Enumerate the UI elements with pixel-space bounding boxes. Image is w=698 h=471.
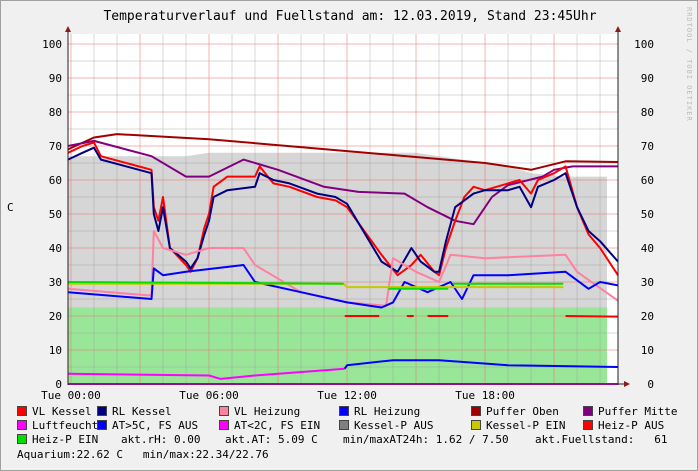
y-tick-label-right: 20	[641, 310, 654, 323]
legend-item-rl-heizung: RL Heizung	[339, 405, 420, 418]
y-tick-label-left: 70	[49, 140, 62, 153]
x-tick-label: Tue 06:00	[179, 389, 239, 401]
plot-area: 0 010 1020 2030 3040 4050 5060 6070 7080 8090 9010…	[41, 26, 654, 401]
y-tick-label-left: 40	[49, 242, 62, 255]
series-line-heiz-p-aus	[565, 315, 619, 318]
legend-label: Puffer Oben	[486, 405, 559, 418]
legend-swatch	[471, 420, 481, 430]
y-tick-label-left: 10	[49, 344, 62, 357]
legend-swatch	[219, 420, 229, 430]
y-tick-label-right: 80	[641, 106, 654, 119]
y-tick-label-left: 20	[49, 310, 62, 323]
legend-item-vl-heizung: VL Heizung	[219, 405, 300, 418]
akt-at: akt.AT: 5.09 C	[225, 433, 318, 446]
y-tick-label-left: 100	[42, 38, 62, 51]
x-tick-label: Tue 18:00	[455, 389, 515, 401]
legend-item-at-5c-fs-aus: AT>5C, FS AUS	[97, 419, 198, 432]
legend-swatch	[219, 406, 229, 416]
y-tick-label-right: 70	[641, 140, 654, 153]
aquarium: Aquarium:22.62 C min/max:22.34/22.76	[17, 448, 269, 461]
legend-swatch	[97, 406, 107, 416]
y-tick-label-right: 60	[641, 174, 654, 187]
y-tick-label-right: 100	[634, 38, 654, 51]
legend-swatch	[583, 406, 593, 416]
x-tick-label: Tue 00:00	[41, 389, 101, 401]
legend-label: RL Heizung	[354, 405, 421, 418]
y-axis-arrow-icon	[615, 26, 621, 32]
legend-swatch	[97, 420, 107, 430]
legend-swatch	[339, 420, 349, 430]
legend-item-puffer-mitte: Puffer Mitte	[583, 405, 677, 418]
legend-swatch	[17, 434, 27, 444]
min-max-at: min/maxAT24h: 1.62 / 7.50	[343, 433, 509, 446]
legend-label: Kessel-P EIN	[486, 419, 566, 432]
legend-swatch	[339, 406, 349, 416]
rrd-graph: Temperaturverlauf und Fuellstand am: 12.…	[0, 0, 698, 471]
akt-rh: akt.rH: 0.00	[121, 433, 201, 446]
legend-label: VL Kessel	[32, 405, 92, 418]
y-axis-arrow-icon	[65, 26, 71, 32]
legend-label: Heiz-P AUS	[598, 419, 665, 432]
y-tick-label-left: 90	[49, 72, 62, 85]
y-tick-label-right: 10	[641, 344, 654, 357]
x-tick-label: Tue 12:00	[317, 389, 377, 401]
y-tick-label-left: 50	[49, 208, 62, 221]
y-tick-label-right: 30	[641, 276, 654, 289]
legend-label: AT>5C, FS AUS	[112, 419, 199, 432]
legend-item-kessel-p-aus: Kessel-P AUS	[339, 419, 433, 432]
legend-item-kessel-p-ein: Kessel-P EIN	[471, 419, 565, 432]
y-tick-label-right: 50	[641, 208, 654, 221]
legend-swatch	[583, 420, 593, 430]
legend-swatch	[17, 406, 27, 416]
area-fuellstand	[68, 307, 607, 384]
y-tick-label-left: 80	[49, 106, 62, 119]
y-tick-label-right: 0	[647, 378, 654, 391]
legend-item-luftfeuchte: Luftfeuchte	[17, 419, 105, 432]
legend-label: Puffer Mitte	[598, 405, 678, 418]
y-tick-label-right: 40	[641, 242, 654, 255]
legend-label: Kessel-P AUS	[354, 419, 434, 432]
legend-item-rl-kessel: RL Kessel	[97, 405, 172, 418]
legend-label: VL Heizung	[234, 405, 301, 418]
legend-label: AT<2C, FS EIN	[234, 419, 321, 432]
legend-label: Luftfeuchte	[32, 419, 105, 432]
y-tick-label-left: 30	[49, 276, 62, 289]
legend-item-heiz-p-ein: Heiz-P EIN	[17, 433, 98, 446]
legend-swatch	[471, 406, 481, 416]
x-axis-arrow-icon	[624, 381, 630, 387]
legend-swatch	[17, 420, 27, 430]
akt-fuellstand: akt.Fuellstand: 61	[535, 433, 668, 446]
legend-item-vl-kessel: VL Kessel	[17, 405, 92, 418]
y-tick-label-right: 90	[641, 72, 654, 85]
legend-label: Heiz-P EIN	[32, 433, 99, 446]
legend-item-heiz-p-aus: Heiz-P AUS	[583, 419, 664, 432]
legend-item-at-2c-fs-ein: AT<2C, FS EIN	[219, 419, 320, 432]
legend-label: RL Kessel	[112, 405, 172, 418]
y-tick-label-left: 60	[49, 174, 62, 187]
legend-item-puffer-oben: Puffer Oben	[471, 405, 559, 418]
